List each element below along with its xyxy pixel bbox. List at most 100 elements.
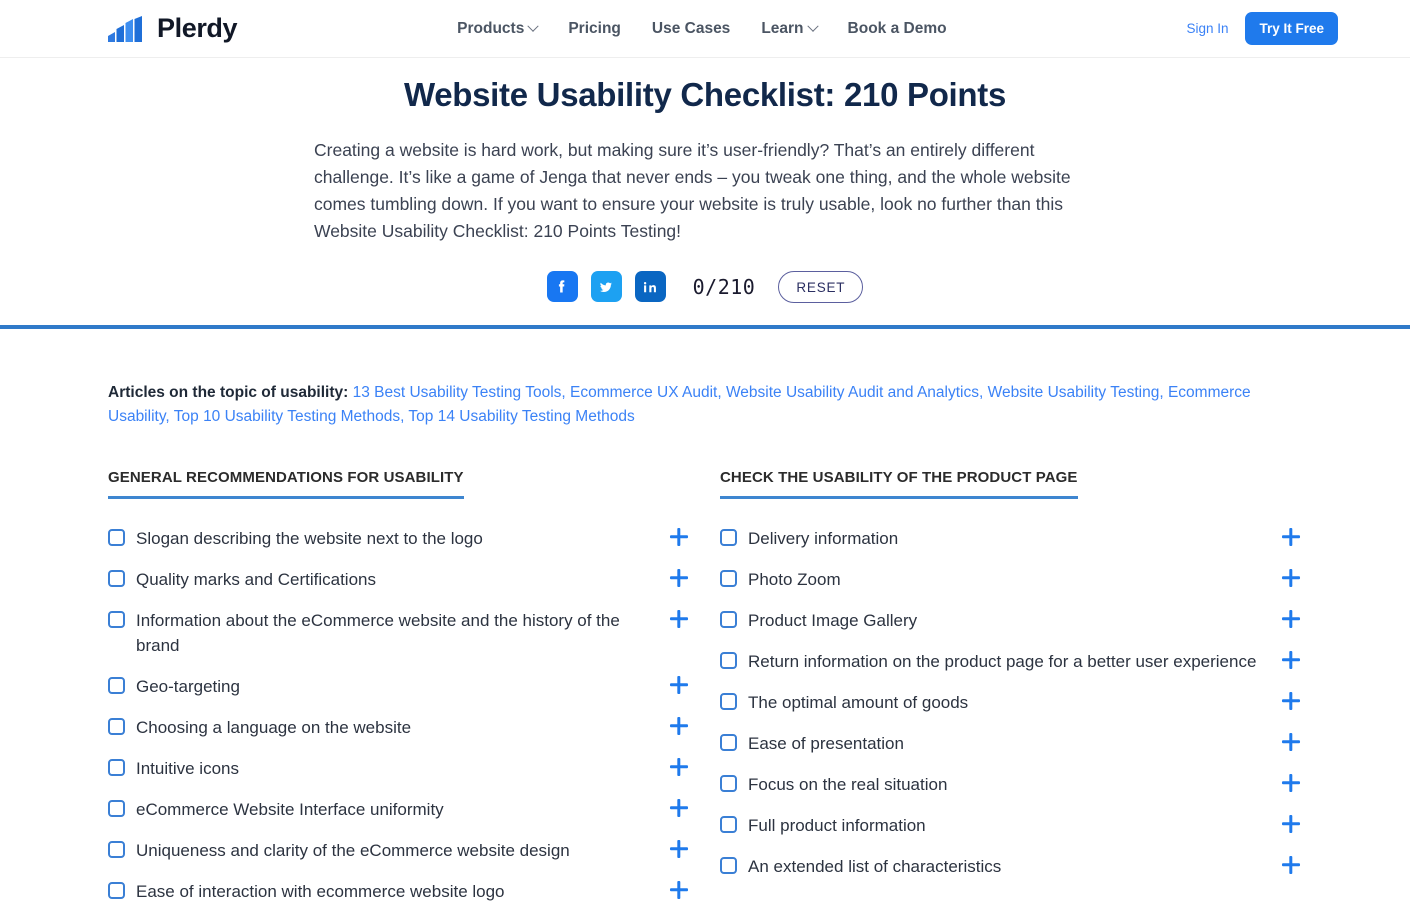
checkbox[interactable] <box>108 569 125 587</box>
expand-plus-icon[interactable] <box>1280 854 1302 876</box>
checklist-item[interactable]: Delivery information <box>720 526 1302 551</box>
checklist-item-label[interactable]: Focus on the real situation <box>748 772 947 797</box>
checklist-item[interactable]: The optimal amount of goods <box>720 690 1302 715</box>
expand-plus-icon[interactable] <box>668 797 690 819</box>
expand-plus-icon[interactable] <box>1280 526 1302 548</box>
linkedin-share-button[interactable] <box>634 271 666 303</box>
expand-plus-icon[interactable] <box>668 756 690 778</box>
checklist-item[interactable]: Focus on the real situation <box>720 772 1302 797</box>
try-it-free-button[interactable]: Try It Free <box>1245 12 1338 45</box>
checklist-item[interactable]: Choosing a language on the website <box>108 715 690 740</box>
expand-plus-icon[interactable] <box>668 567 690 589</box>
checklist-item-label[interactable]: Quality marks and Certifications <box>136 567 376 592</box>
article-link[interactable]: Website Usability Testing <box>988 384 1160 401</box>
checklist-item[interactable]: Geo-targeting <box>108 674 690 699</box>
expand-plus-icon[interactable] <box>668 879 690 901</box>
expand-plus-icon[interactable] <box>668 608 690 630</box>
checklist-item-label[interactable]: Return information on the product page f… <box>748 649 1256 674</box>
checklist-item[interactable]: eCommerce Website Interface uniformity <box>108 797 690 822</box>
checklist-item[interactable]: An extended list of characteristics <box>720 854 1302 879</box>
reset-button[interactable]: RESET <box>778 270 864 303</box>
expand-plus-icon[interactable] <box>668 674 690 696</box>
checkbox[interactable] <box>108 758 125 776</box>
checkbox[interactable] <box>108 676 125 694</box>
expand-plus-icon[interactable] <box>1280 813 1302 835</box>
checkbox[interactable] <box>108 799 125 817</box>
checklist-item-label[interactable]: Slogan describing the website next to th… <box>136 526 483 551</box>
article-link[interactable]: 13 Best Usability Testing Tools <box>353 384 562 401</box>
expand-plus-icon[interactable] <box>1280 772 1302 794</box>
checkbox[interactable] <box>108 881 125 899</box>
checklist-item[interactable]: Intuitive icons <box>108 756 690 781</box>
hero-divider <box>0 324 1410 329</box>
checklist-item-label[interactable]: Ease of presentation <box>748 731 904 756</box>
nav-label: Book a Demo <box>847 19 947 37</box>
nav-item-use-cases[interactable]: Use Cases <box>652 20 730 38</box>
checklist: Delivery information Photo Zoom Product … <box>720 526 1302 879</box>
article-link[interactable]: Top 10 Usability Testing Methods <box>174 408 400 425</box>
checkbox[interactable] <box>720 610 737 628</box>
expand-plus-icon[interactable] <box>1280 690 1302 712</box>
checkbox[interactable] <box>720 651 737 669</box>
nav-item-products[interactable]: Products <box>457 20 540 38</box>
checklist-item-label[interactable]: Intuitive icons <box>136 756 239 781</box>
nav-item-book-a-demo[interactable]: Book a Demo <box>848 20 947 38</box>
checkbox[interactable] <box>720 774 737 792</box>
article-link[interactable]: Website Usability Audit and Analytics <box>726 384 979 401</box>
checkbox[interactable] <box>720 692 737 710</box>
checkbox[interactable] <box>720 528 737 546</box>
checklist-item-label[interactable]: An extended list of characteristics <box>748 854 1001 879</box>
article-link[interactable]: Ecommerce UX Audit <box>570 384 717 401</box>
expand-plus-icon[interactable] <box>668 526 690 548</box>
logo[interactable]: Plerdy <box>108 15 265 42</box>
checklist-item-label[interactable]: Information about the eCommerce website … <box>136 608 652 658</box>
checklist-item[interactable]: Return information on the product page f… <box>720 649 1302 674</box>
checklist-item[interactable]: Uniqueness and clarity of the eCommerce … <box>108 838 690 863</box>
checklist-item[interactable]: Information about the eCommerce website … <box>108 608 690 658</box>
checklist-item-label[interactable]: Photo Zoom <box>748 567 841 592</box>
checklist-item[interactable]: Ease of presentation <box>720 731 1302 756</box>
nav-label: Learn <box>761 19 804 37</box>
checklist-item-label[interactable]: Geo-targeting <box>136 674 240 699</box>
checkbox[interactable] <box>108 840 125 858</box>
nav-item-learn[interactable]: Learn <box>761 19 819 38</box>
checklist-item-label[interactable]: eCommerce Website Interface uniformity <box>136 797 444 822</box>
checklist-item-label[interactable]: Ease of interaction with ecommerce websi… <box>136 879 505 904</box>
expand-plus-icon[interactable] <box>1280 608 1302 630</box>
checklist-item[interactable]: Slogan describing the website next to th… <box>108 526 690 551</box>
linkedin-icon <box>644 281 657 293</box>
checklist-item-label[interactable]: Uniqueness and clarity of the eCommerce … <box>136 838 570 863</box>
nav-item-pricing[interactable]: Pricing <box>568 20 621 38</box>
checklist-item[interactable]: Quality marks and Certifications <box>108 567 690 592</box>
checkbox[interactable] <box>720 856 737 874</box>
checkbox[interactable] <box>720 815 737 833</box>
logo-wordmark: Plerdy <box>157 13 238 43</box>
checkbox[interactable] <box>108 528 125 546</box>
article-link[interactable]: Top 14 Usability Testing Methods <box>408 408 634 425</box>
sign-in-link[interactable]: Sign In <box>1186 21 1228 36</box>
checklist-item[interactable]: Ease of interaction with ecommerce websi… <box>108 879 690 904</box>
column-title: GENERAL RECOMMENDATIONS FOR USABILITY <box>108 469 464 499</box>
expand-plus-icon[interactable] <box>1280 649 1302 671</box>
checkbox[interactable] <box>720 569 737 587</box>
facebook-share-button[interactable] <box>546 271 578 303</box>
articles-label: Articles on the topic of usability: <box>108 383 349 401</box>
checklist-item[interactable]: Product Image Gallery <box>720 608 1302 633</box>
expand-plus-icon[interactable] <box>668 838 690 860</box>
expand-plus-icon[interactable] <box>1280 731 1302 753</box>
checklist-item-label[interactable]: Delivery information <box>748 526 898 551</box>
expand-plus-icon[interactable] <box>1280 567 1302 589</box>
checklist-item[interactable]: Full product information <box>720 813 1302 838</box>
checklist-item-label[interactable]: Product Image Gallery <box>748 608 917 633</box>
facebook-icon <box>559 280 565 293</box>
checklist-item[interactable]: Photo Zoom <box>720 567 1302 592</box>
expand-plus-icon[interactable] <box>668 715 690 737</box>
checklist-item-label[interactable]: The optimal amount of goods <box>748 690 968 715</box>
checkbox[interactable] <box>720 733 737 751</box>
checklist-item-label[interactable]: Choosing a language on the website <box>136 715 411 740</box>
checkbox[interactable] <box>108 610 125 628</box>
twitter-share-button[interactable] <box>590 271 622 303</box>
checklist-column-product-page: CHECK THE USABILITY OF THE PRODUCT PAGE … <box>720 469 1302 914</box>
checkbox[interactable] <box>108 717 125 735</box>
checklist-item-label[interactable]: Full product information <box>748 813 926 838</box>
